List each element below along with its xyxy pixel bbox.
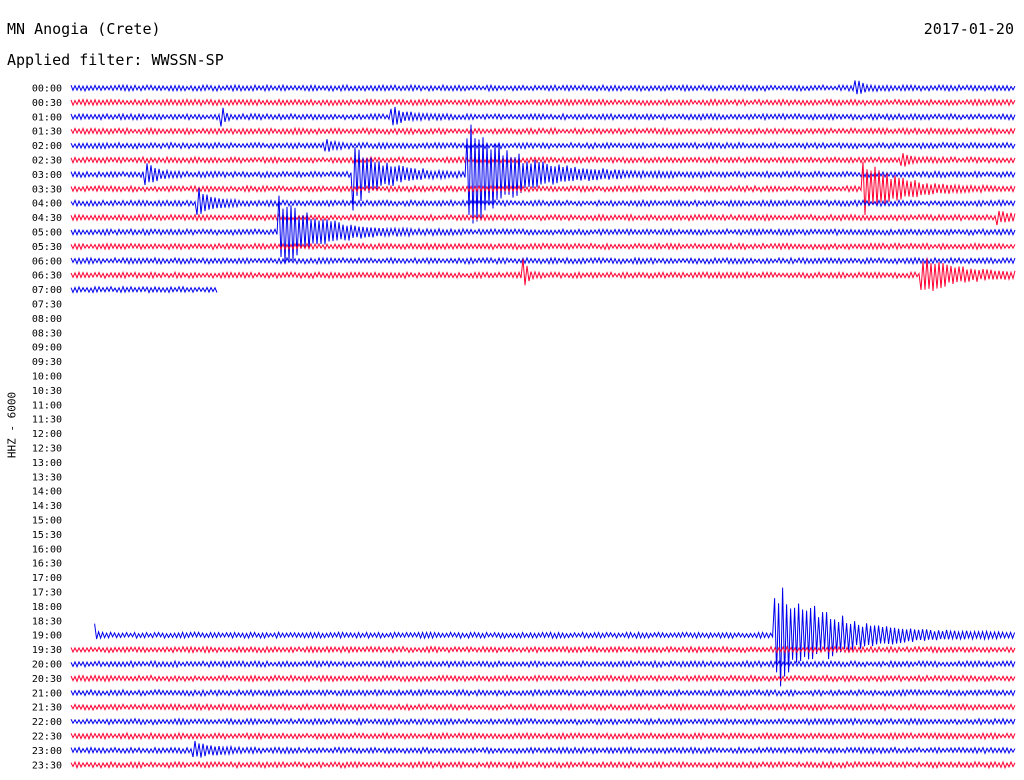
time-label: 01:00 xyxy=(32,112,62,123)
trace-line xyxy=(70,210,1016,226)
trace-line xyxy=(70,674,1016,683)
trace-line xyxy=(70,106,1016,127)
time-label: 23:30 xyxy=(32,760,62,771)
time-label: 12:30 xyxy=(32,444,62,455)
time-label: 19:00 xyxy=(32,631,62,642)
time-label: 11:00 xyxy=(32,400,62,411)
trace-line xyxy=(70,760,1016,770)
time-label: 13:00 xyxy=(32,458,62,469)
time-label: 03:30 xyxy=(32,184,62,195)
time-label: 13:30 xyxy=(32,472,62,483)
time-label: 00:00 xyxy=(32,84,62,95)
time-label: 07:30 xyxy=(32,300,62,311)
trace-line xyxy=(70,740,1016,758)
time-label: 19:30 xyxy=(32,645,62,656)
time-label: 02:30 xyxy=(32,156,62,167)
time-label: 11:30 xyxy=(32,415,62,426)
time-label: 22:00 xyxy=(32,717,62,728)
time-label: 22:30 xyxy=(32,732,62,743)
time-label: 03:00 xyxy=(32,170,62,181)
time-label: 07:00 xyxy=(32,285,62,296)
trace-line xyxy=(70,659,1016,669)
trace-line xyxy=(70,126,1016,136)
time-label: 04:30 xyxy=(32,213,62,224)
time-label: 09:30 xyxy=(32,357,62,368)
time-label: 04:00 xyxy=(32,199,62,210)
time-label: 05:00 xyxy=(32,228,62,239)
trace-line xyxy=(70,702,1016,712)
time-label: 18:30 xyxy=(32,616,62,627)
time-label: 20:30 xyxy=(32,674,62,685)
time-label: 14:00 xyxy=(32,487,62,498)
time-label: 00:30 xyxy=(32,98,62,109)
time-label: 08:30 xyxy=(32,328,62,339)
time-label: 06:00 xyxy=(32,256,62,267)
trace-line xyxy=(70,688,1016,698)
trace-line xyxy=(70,256,1016,266)
time-label: 17:00 xyxy=(32,573,62,584)
time-label: 01:30 xyxy=(32,127,62,138)
time-label: 08:00 xyxy=(32,314,62,325)
time-label: 23:00 xyxy=(32,746,62,757)
time-label: 16:00 xyxy=(32,544,62,555)
time-label: 15:30 xyxy=(32,530,62,541)
time-label: 06:30 xyxy=(32,271,62,282)
trace-line xyxy=(70,242,1016,251)
helicorder-plot: 00:00 00:30 01:00 01:30 02:00 02:30 03:00 03:30… xyxy=(32,80,1016,771)
trace-line xyxy=(70,731,1016,741)
time-label: 20:00 xyxy=(32,660,62,671)
time-label: 14:30 xyxy=(32,501,62,512)
time-label: 17:30 xyxy=(32,588,62,599)
trace-line xyxy=(70,285,218,294)
trace-line xyxy=(70,717,1016,727)
time-label: 10:00 xyxy=(32,372,62,383)
time-label: 02:00 xyxy=(32,141,62,152)
time-label: 05:30 xyxy=(32,242,62,253)
time-label: 21:00 xyxy=(32,688,62,699)
time-label: 09:00 xyxy=(32,343,62,354)
time-label: 10:30 xyxy=(32,386,62,397)
trace-line xyxy=(94,587,1016,687)
trace-line xyxy=(70,645,1016,654)
time-label: 16:30 xyxy=(32,559,62,570)
time-label: 12:00 xyxy=(32,429,62,440)
time-label: 15:00 xyxy=(32,516,62,527)
trace-line xyxy=(70,98,1016,107)
trace-line xyxy=(70,139,1016,152)
time-label: 21:30 xyxy=(32,703,62,714)
time-label: 18:00 xyxy=(32,602,62,613)
trace-line xyxy=(70,80,1016,95)
